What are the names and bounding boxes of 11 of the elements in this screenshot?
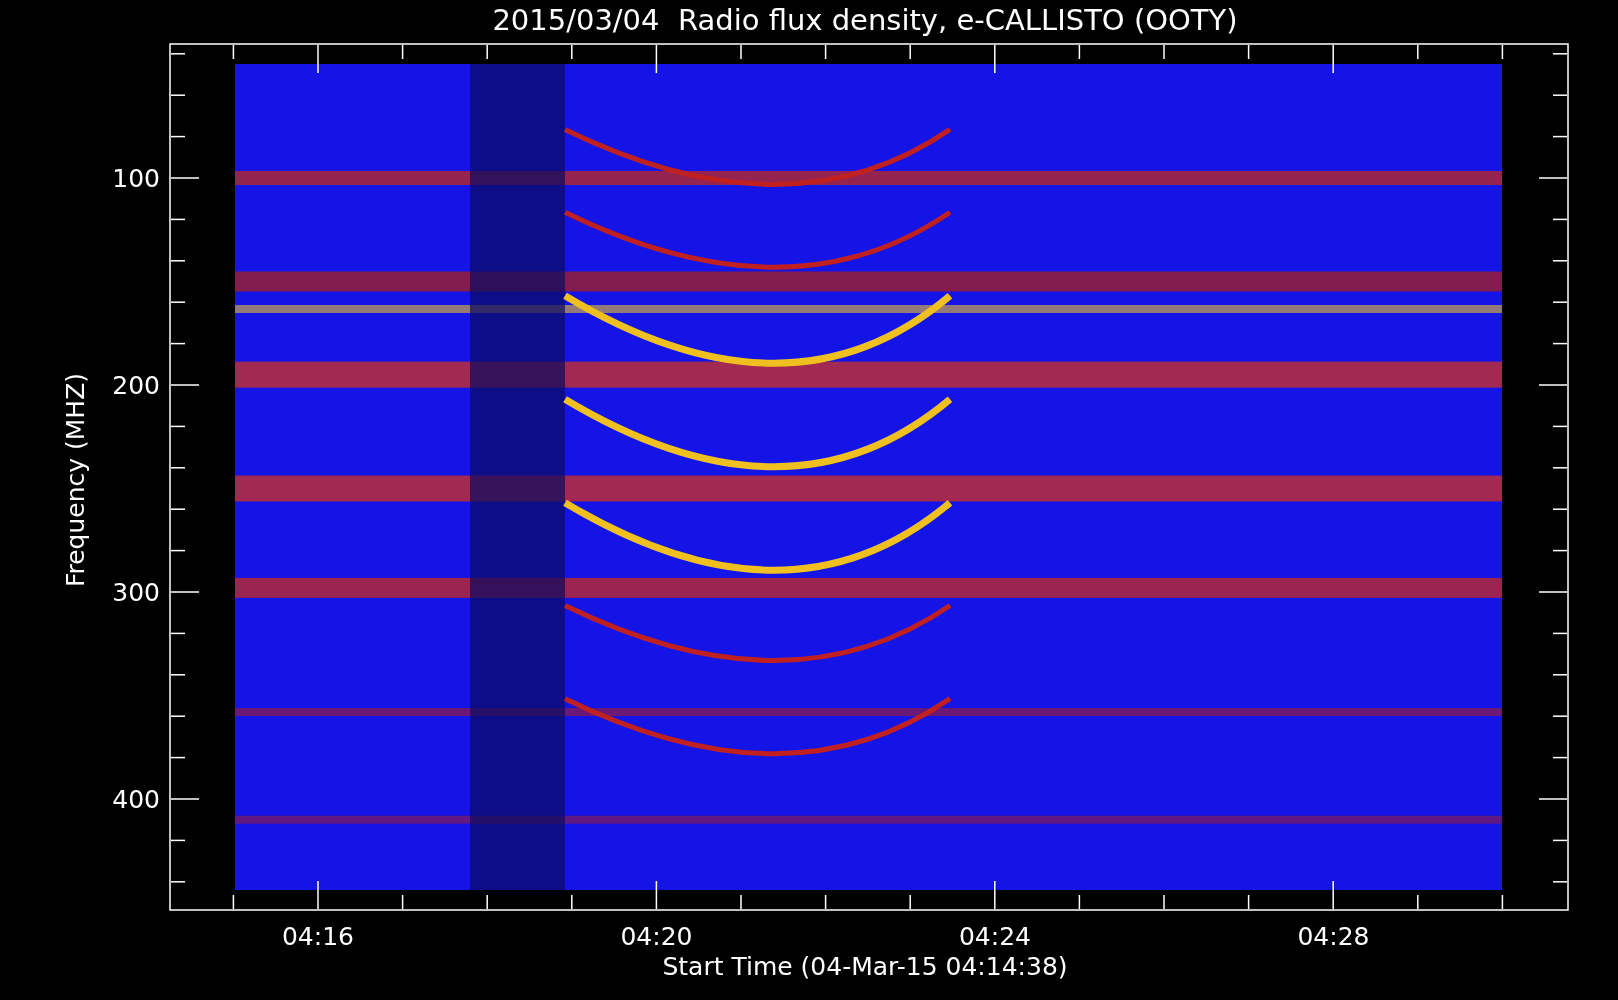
y-tick-label: 300 [112, 578, 160, 607]
x-tick-label: 04:16 [282, 922, 354, 951]
y-tick-label: 200 [112, 371, 160, 400]
x-tick-label: 04:20 [620, 922, 693, 951]
x-tick-label: 04:24 [959, 922, 1031, 951]
x-tick-label: 04:28 [1297, 922, 1370, 951]
y-axis-label: Frequency (MHZ) [61, 372, 90, 588]
chart-title: 2015/03/04 Radio flux density, e-CALLISTO (OOTY) [492, 3, 1238, 37]
y-tick-label: 400 [112, 785, 160, 814]
x-axis-label: Start Time (04-Mar-15 04:14:38) [662, 952, 1068, 981]
y-tick-label: 100 [112, 164, 160, 193]
